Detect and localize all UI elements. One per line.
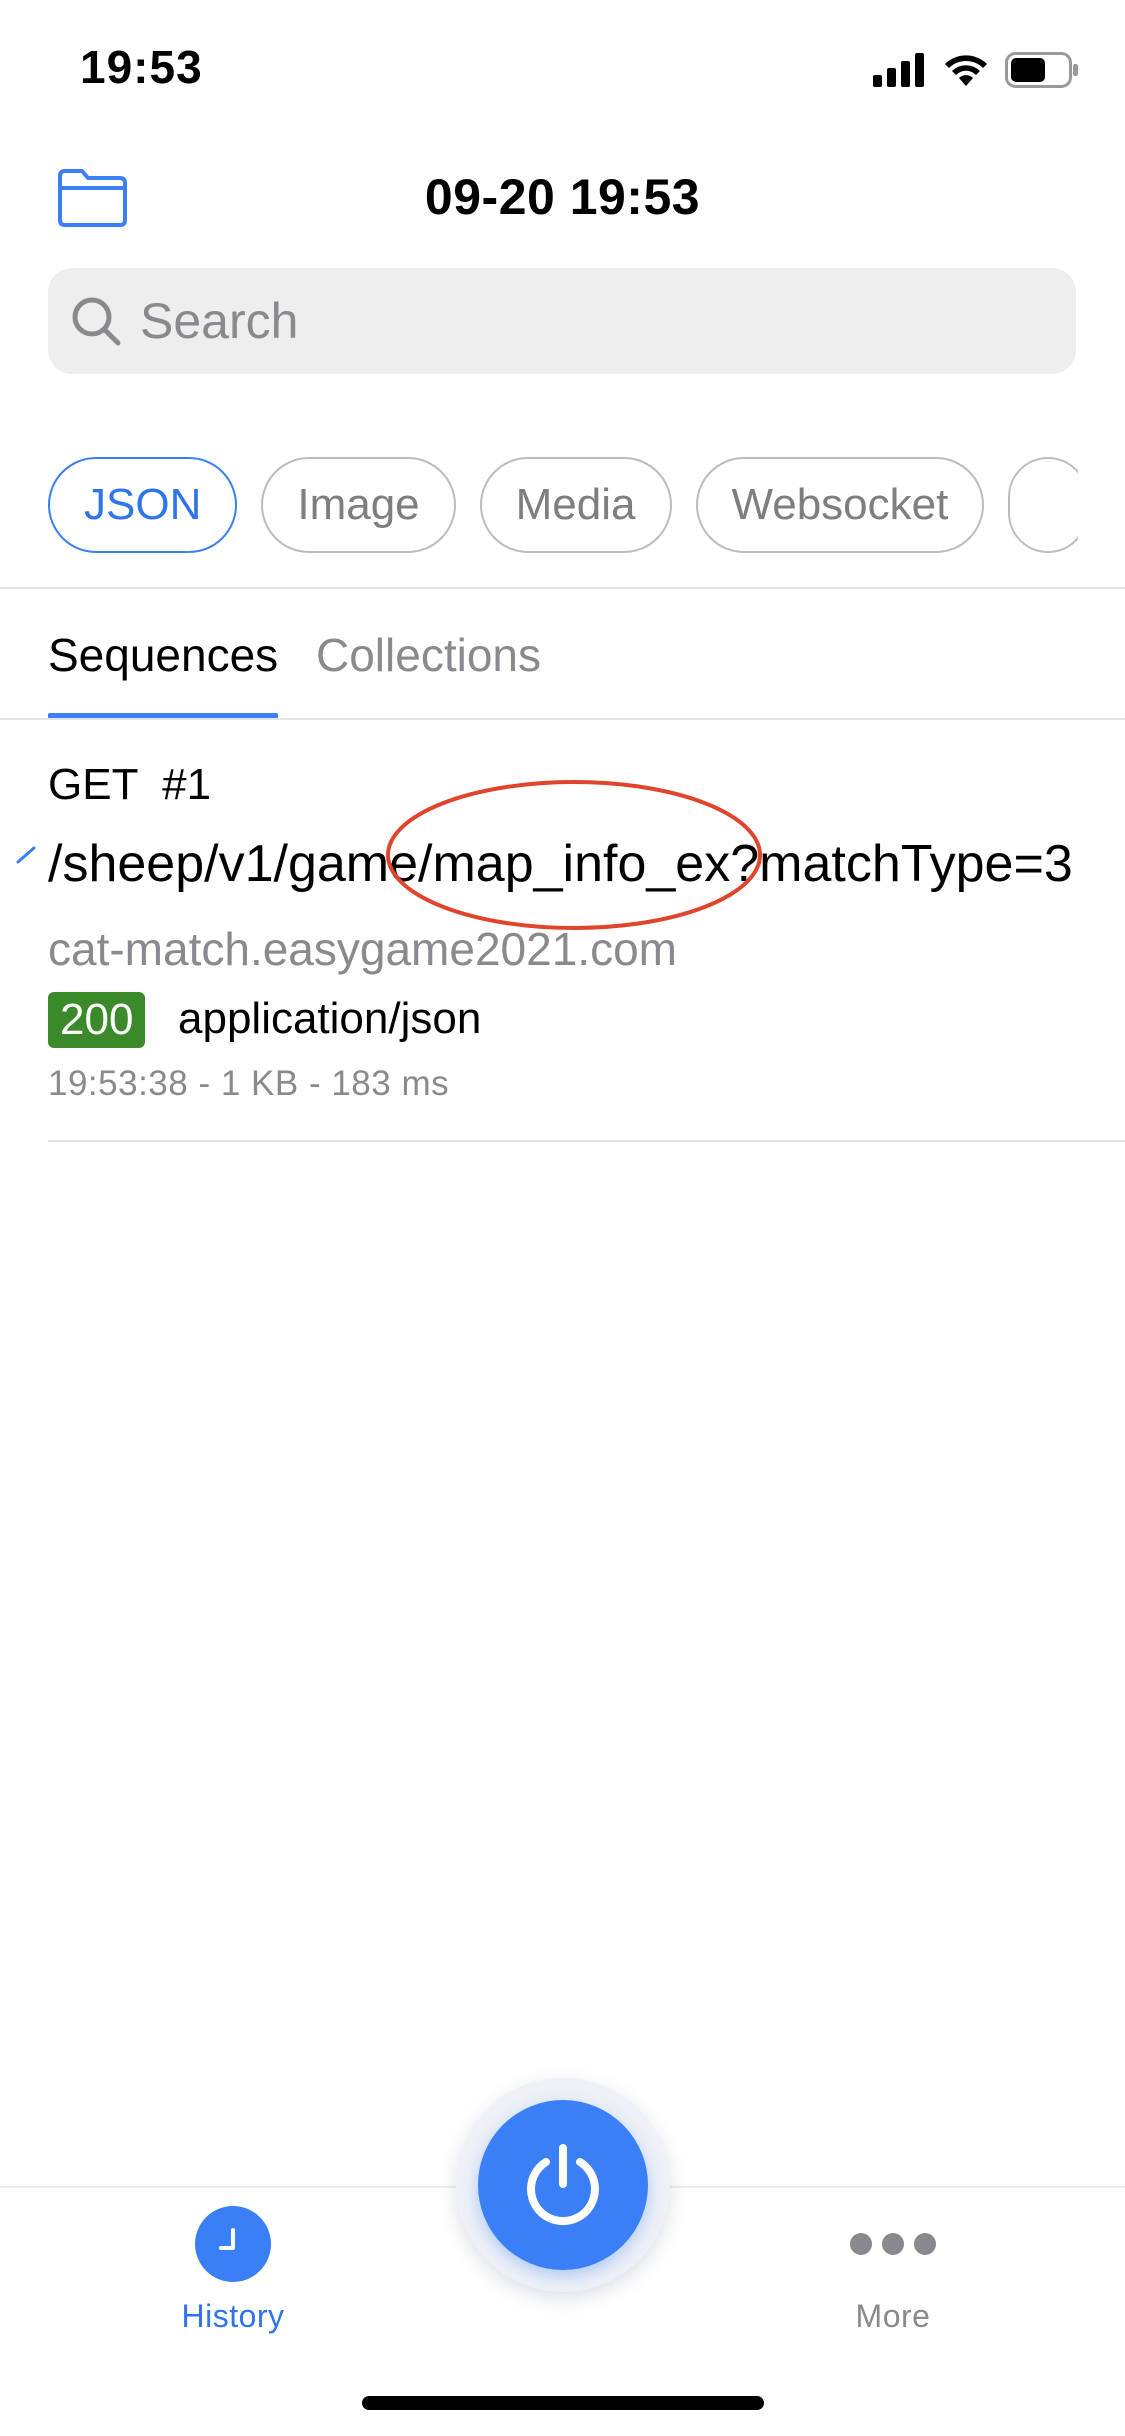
request-meta: 19:53:38 - 1 KB - 183 ms [48,1064,450,1103]
tabs-divider [0,718,1125,720]
search-bar[interactable] [48,268,1076,374]
wifi-icon [945,55,987,86]
row-divider [48,1140,1125,1142]
status-icons [873,50,1079,90]
search-input[interactable] [140,292,1040,350]
tab-collections[interactable]: Collections [316,628,541,682]
power-icon [527,2144,599,2226]
content-type: application/json [178,994,482,1043]
chip-websocket[interactable]: Websocket [695,457,985,553]
chip-json[interactable]: JSON [48,457,238,553]
filter-chips: JSON Image Media Websocket [48,457,1078,553]
tab-sequences[interactable]: Sequences [48,628,278,682]
home-indicator [362,2396,764,2410]
chip-more[interactable] [1008,457,1078,553]
chip-media[interactable]: Media [479,457,672,553]
status-badge: 200 [48,992,146,1048]
request-method: GET #1 [48,760,212,809]
edit-marker-icon [16,846,36,864]
page-title: 09-20 19:53 [424,169,701,225]
clock-icon [195,2206,271,2282]
status-time: 19:53 [80,41,203,93]
tab-more-label: More [855,2298,931,2334]
tab-history[interactable]: History [133,2206,333,2335]
tab-more[interactable]: More [793,2206,993,2335]
request-host: cat-match.easygame2021.com [48,923,677,975]
battery-icon [1005,52,1078,88]
app-screen: 19:53 09-20 19:53 Search JSON Image Medi… [0,0,1125,2436]
request-path: /sheep/v1/game/map_info_ex?matchType=3 [48,835,1073,893]
signal-icon [873,53,924,87]
power-button[interactable] [478,2100,648,2270]
filter-divider [0,587,1125,589]
chip-image[interactable]: Image [261,457,456,553]
search-icon [72,297,121,346]
tab-history-label: History [181,2298,285,2334]
more-dots-icon [843,2206,943,2282]
